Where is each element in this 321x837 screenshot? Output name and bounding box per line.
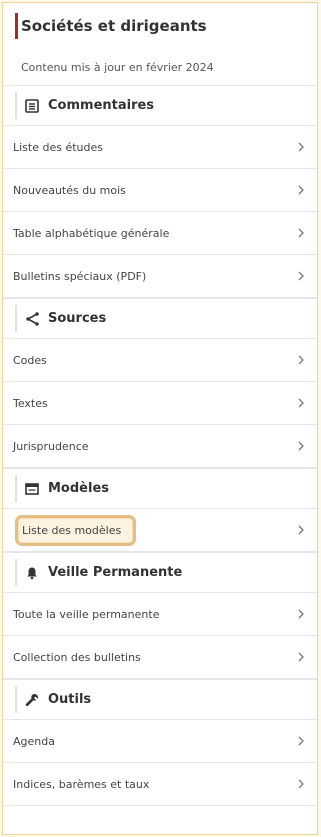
menu-item-toute-la-veille[interactable]: Toute la veille permanente — [3, 593, 317, 636]
menu-item-liste-des-etudes[interactable]: Liste des études — [3, 126, 317, 169]
section-modeles: Modèles — [3, 468, 317, 509]
update-note: Contenu mis à jour en février 2024 — [21, 60, 214, 74]
menu-item-collection-des-bulletins[interactable]: Collection des bulletins — [3, 636, 317, 679]
section-title: Modèles — [48, 481, 110, 496]
chevron-right-icon — [297, 228, 307, 238]
menu-item-label: Liste des modèles — [15, 514, 137, 546]
menu-item-label: Jurisprudence — [13, 439, 89, 453]
menu-item-bulletins-speciaux[interactable]: Bulletins spéciaux (PDF) — [3, 255, 317, 298]
wrench-icon — [25, 693, 39, 707]
section-title: Veille Permanente — [48, 565, 183, 580]
chevron-right-icon — [297, 441, 307, 451]
sidebar-panel: Sociétés et dirigeants Contenu mis à jou… — [2, 2, 318, 835]
menu-item-textes[interactable]: Textes — [3, 382, 317, 425]
section-outils: Outils — [3, 679, 317, 720]
chevron-right-icon — [297, 185, 307, 195]
menu-item-label: Textes — [13, 396, 48, 410]
chevron-right-icon — [297, 736, 307, 746]
menu-item-label: Toute la veille permanente — [13, 607, 160, 621]
chevron-right-icon — [297, 355, 307, 365]
chevron-right-icon — [297, 779, 307, 789]
section-title: Outils — [48, 692, 92, 707]
list-icon — [25, 98, 39, 113]
menu-item-agenda[interactable]: Agenda — [3, 720, 317, 763]
chevron-right-icon — [297, 271, 307, 281]
menu-item-table-alphabetique[interactable]: Table alphabétique générale — [3, 212, 317, 255]
menu-item-label: Table alphabétique générale — [13, 226, 170, 240]
section-sources: Sources — [3, 298, 317, 339]
section-title: Commentaires — [48, 98, 155, 113]
menu-item-label: Indices, barèmes et taux — [13, 777, 150, 791]
chevron-right-icon — [297, 609, 307, 619]
menu-item-indices-baremes-taux[interactable]: Indices, barèmes et taux — [3, 763, 317, 806]
window-icon — [25, 482, 39, 496]
section-commentaires: Commentaires — [3, 85, 317, 126]
menu-item-label: Nouveautés du mois — [13, 183, 126, 197]
menu-item-label: Agenda — [13, 734, 55, 748]
chevron-right-icon — [297, 525, 307, 535]
menu-item-liste-des-modeles[interactable]: Liste des modèles — [3, 509, 317, 552]
chevron-right-icon — [297, 652, 307, 662]
share-icon — [25, 311, 39, 326]
panel-title: Sociétés et dirigeants — [3, 3, 317, 49]
menu-item-label: Collection des bulletins — [13, 650, 141, 664]
bell-icon — [25, 566, 39, 580]
menu-item-codes[interactable]: Codes — [3, 339, 317, 382]
section-title: Sources — [48, 311, 107, 326]
chevron-right-icon — [297, 142, 307, 152]
menu-item-label: Liste des études — [13, 140, 104, 154]
menu-item-jurisprudence[interactable]: Jurisprudence — [3, 425, 317, 468]
menu-item-label: Codes — [13, 353, 47, 367]
menu-item-label: Bulletins spéciaux (PDF) — [13, 269, 147, 283]
section-veille-permanente: Veille Permanente — [3, 552, 317, 593]
chevron-right-icon — [297, 398, 307, 408]
menu-item-nouveautes-du-mois[interactable]: Nouveautés du mois — [3, 169, 317, 212]
